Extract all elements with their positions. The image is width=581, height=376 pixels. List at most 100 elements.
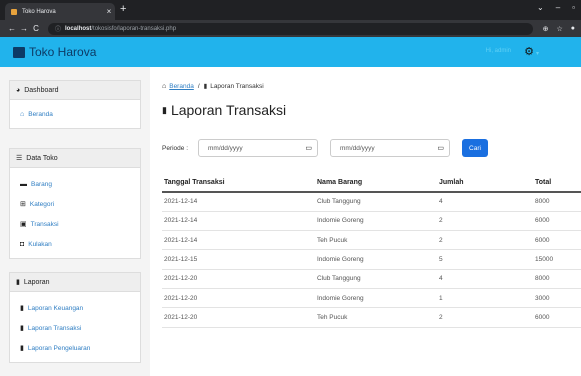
table-header-row: Tanggal Transaksi Nama Barang Jumlah Tot… xyxy=(162,174,581,193)
favicon-icon xyxy=(11,8,17,15)
cell-date: 2021-12-15 xyxy=(162,249,315,270)
new-tab-icon[interactable]: + xyxy=(120,3,126,15)
breadcrumb-current: Laporan Transaksi xyxy=(210,82,264,90)
sitemap-icon: ⊞ xyxy=(20,201,26,208)
cell-item: Club Tanggung xyxy=(315,192,437,212)
sidebar-item-beranda[interactable]: ⌂ Beranda xyxy=(20,104,140,124)
page-title: ▮ Laporan Transaksi xyxy=(162,102,286,118)
store-logo-icon xyxy=(13,46,25,58)
page-title-text: Laporan Transaksi xyxy=(170,102,287,118)
end-date-placeholder: mm/dd/yyyy xyxy=(340,144,375,152)
cell-qty: 1 xyxy=(437,288,533,309)
sidebar-item-laporan-keuangan[interactable]: ▮ Laporan Keuangan xyxy=(20,298,140,318)
cell-date: 2021-12-14 xyxy=(162,230,315,251)
truck-icon: ◘ xyxy=(20,240,25,248)
brand[interactable]: Toko Harova xyxy=(13,45,96,59)
sidebar: ◕ Dashboard ⌂ Beranda ☰ Data Toko ▬ Bara… xyxy=(0,67,150,376)
settings-menu[interactable]: ⚙ ▾ xyxy=(524,45,539,58)
extension-icon[interactable]: ● xyxy=(571,25,575,33)
cell-total: 8000 xyxy=(533,269,581,289)
card-title: Laporan xyxy=(23,278,50,286)
app-header: Toko Harova Hi, admin ⚙ ▾ xyxy=(0,37,581,67)
box-icon: ▬ xyxy=(20,180,27,188)
tab-title: Toko Harova xyxy=(22,8,56,15)
tab-search-icon[interactable]: ⊕ xyxy=(543,25,549,33)
cell-qty: 2 xyxy=(437,307,533,328)
sidebar-item-label: Barang xyxy=(31,180,52,188)
url-field[interactable]: ⓘ localhost /tokosisfo/laporan-transaksi… xyxy=(48,22,533,35)
column-header-nama-barang: Nama Barang xyxy=(315,174,437,193)
info-icon: ⓘ xyxy=(55,27,62,33)
cash-register-icon: ▣ xyxy=(20,221,27,228)
cell-total: 6000 xyxy=(533,230,581,251)
cell-date: 2021-12-14 xyxy=(162,192,315,212)
cell-qty: 4 xyxy=(437,269,533,289)
sidebar-item-label: Beranda xyxy=(28,110,53,118)
breadcrumb: ⌂ Beranda / ▮ Laporan Transaksi xyxy=(162,82,264,91)
address-bar: ← → C ⓘ localhost /tokosisfo/laporan-tra… xyxy=(0,20,581,37)
cell-total: 3000 xyxy=(533,288,581,309)
end-date-input[interactable]: mm/dd/yyyy ▭ xyxy=(330,139,450,157)
breadcrumb-separator: / xyxy=(197,82,200,90)
forward-icon[interactable]: → xyxy=(18,24,30,33)
sidebar-item-laporan-transaksi[interactable]: ▮ Laporan Transaksi xyxy=(20,318,140,338)
column-header-tanggal: Tanggal Transaksi xyxy=(162,174,315,193)
sidebar-item-label: Transaksi xyxy=(30,220,59,228)
star-icon[interactable]: ☆ xyxy=(556,25,562,33)
extensions: ⊕ ☆ ● xyxy=(543,25,575,33)
cell-date: 2021-12-20 xyxy=(162,288,315,309)
sidebar-item-transaksi[interactable]: ▣ Transaksi xyxy=(20,214,140,234)
period-label: Periode : xyxy=(162,144,189,152)
cell-date: 2021-12-20 xyxy=(162,307,315,328)
card-title: Dashboard xyxy=(24,86,59,94)
file-text-icon: ▮ xyxy=(20,305,24,312)
maximize-icon[interactable]: ▫ xyxy=(572,3,575,12)
sidebar-item-laporan-pengeluaran[interactable]: ▮ Laporan Pengeluaran xyxy=(20,338,140,358)
sidebar-item-kategori[interactable]: ⊞ Kategori xyxy=(20,194,140,214)
close-tab-icon[interactable]: × xyxy=(103,7,115,16)
browser-tabbar: Toko Harova × + ⌄ – ▫ xyxy=(0,0,581,20)
column-header-total: Total xyxy=(533,174,581,193)
sidebar-item-barang[interactable]: ▬ Barang xyxy=(20,174,140,194)
card-title: Data Toko xyxy=(26,154,58,162)
back-icon[interactable]: ← xyxy=(6,24,18,33)
card-header: ▮ Laporan xyxy=(10,273,140,292)
home-icon: ⌂ xyxy=(162,82,167,90)
cell-item: Indomie Goreng xyxy=(315,288,437,309)
cell-total: 15000 xyxy=(533,249,581,270)
sidebar-item-label: Laporan Keuangan xyxy=(27,304,84,312)
cell-total: 6000 xyxy=(533,307,581,328)
chevron-down-icon[interactable]: ⌄ xyxy=(537,3,544,12)
search-button[interactable]: Cari xyxy=(462,139,488,157)
dashboard-icon: ◕ xyxy=(16,86,21,94)
sidebar-card-laporan: ▮ Laporan ▮ Laporan Keuangan ▮ Laporan T… xyxy=(9,272,141,363)
table-row: 2021-12-14 Club Tanggung 4 8000 xyxy=(162,192,581,212)
cell-total: 8000 xyxy=(533,192,581,212)
cell-qty: 4 xyxy=(437,192,533,212)
reload-icon[interactable]: C xyxy=(30,24,42,33)
sidebar-item-label: Laporan Pengeluaran xyxy=(27,344,91,352)
file-text-icon: ▮ xyxy=(20,345,24,352)
start-date-placeholder: mm/dd/yyyy xyxy=(208,144,243,152)
cell-total: 6000 xyxy=(533,211,581,232)
cell-item: Club Tanggung xyxy=(315,269,437,289)
url-path: /tokosisfo/laporan-transaksi.php xyxy=(91,25,177,32)
browser-tab[interactable]: Toko Harova × xyxy=(5,3,115,20)
calendar-icon[interactable]: ▭ xyxy=(437,144,444,152)
start-date-input[interactable]: mm/dd/yyyy ▭ xyxy=(198,139,318,157)
user-greeting: Hi, admin xyxy=(485,48,511,54)
window-controls: ⌄ – ▫ xyxy=(537,3,575,12)
calendar-icon[interactable]: ▭ xyxy=(305,144,312,152)
gear-icon: ⚙ xyxy=(524,46,534,58)
minimize-icon[interactable]: – xyxy=(556,3,560,12)
file-text-icon: ▮ xyxy=(20,325,24,332)
cell-qty: 2 xyxy=(437,230,533,251)
table-row: 2021-12-14 Indomie Goreng 2 6000 xyxy=(162,211,581,232)
url-host: localhost xyxy=(65,25,92,32)
breadcrumb-home-link[interactable]: Beranda xyxy=(169,83,194,90)
sidebar-card-dashboard: ◕ Dashboard ⌂ Beranda xyxy=(9,80,141,129)
cell-date: 2021-12-20 xyxy=(162,269,315,289)
brand-name: Toko Harova xyxy=(29,45,97,59)
sidebar-item-kulakan[interactable]: ◘ Kulakan xyxy=(20,234,140,254)
table-row: 2021-12-20 Indomie Goreng 1 3000 xyxy=(162,288,581,309)
